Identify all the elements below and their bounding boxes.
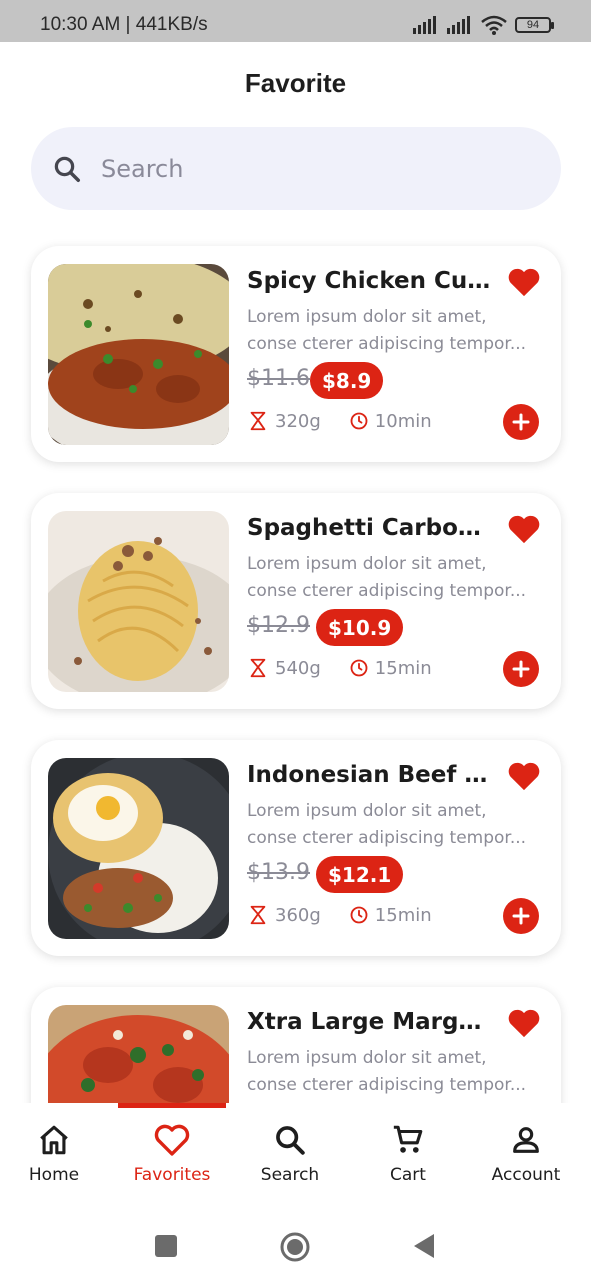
add-to-cart-button[interactable] bbox=[503, 404, 539, 440]
description-line: Lorem ipsum dolor sit amet, bbox=[247, 1048, 487, 1068]
search-icon bbox=[276, 1126, 305, 1155]
nav-favorites[interactable]: Favorites bbox=[113, 1123, 231, 1185]
bottom-navigation: Home Favorites Search Cart Account bbox=[0, 1103, 591, 1203]
food-card[interactable]: Spicy Chicken Cur... Lorem ipsum dolor s… bbox=[31, 246, 561, 462]
nav-cart[interactable]: Cart bbox=[349, 1123, 467, 1185]
food-time: 10min bbox=[374, 410, 432, 432]
favorites-list[interactable]: Spicy Chicken Cur... Lorem ipsum dolor s… bbox=[0, 230, 591, 1104]
add-to-cart-button[interactable] bbox=[503, 651, 539, 687]
clock-icon bbox=[350, 906, 368, 924]
clock-icon bbox=[350, 659, 368, 677]
food-weight: 540g bbox=[275, 657, 321, 679]
weight-icon bbox=[250, 411, 266, 431]
plus-icon bbox=[512, 413, 530, 431]
description-line: Lorem ipsum dolor sit amet, bbox=[247, 801, 487, 821]
heart-icon[interactable] bbox=[507, 760, 541, 792]
food-card[interactable]: Xtra Large Marghe... Lorem ipsum dolor s… bbox=[31, 987, 561, 1104]
description-line: conse cterer adipiscing tempor... bbox=[247, 1075, 527, 1095]
active-tab-indicator bbox=[118, 1103, 226, 1108]
food-weight: 320g bbox=[275, 410, 321, 432]
add-to-cart-button[interactable] bbox=[503, 898, 539, 934]
search-bar[interactable] bbox=[31, 127, 561, 210]
signal-icon bbox=[413, 16, 436, 34]
price-badge: $10.9 bbox=[316, 609, 404, 646]
food-weight: 360g bbox=[275, 904, 321, 926]
status-bar: 10:30 AM | 441KB/s 94 bbox=[0, 0, 591, 42]
wifi-icon bbox=[481, 15, 507, 35]
nav-label: Home bbox=[28, 1165, 80, 1185]
weight-icon bbox=[250, 658, 266, 678]
clock-icon bbox=[350, 412, 368, 430]
plus-icon bbox=[512, 660, 530, 678]
battery-level: 94 bbox=[526, 19, 540, 31]
food-meta: 320g 10min bbox=[247, 410, 432, 432]
food-card[interactable]: Spaghetti Carbon... Lorem ipsum dolor si… bbox=[31, 493, 561, 709]
description-line: conse cterer adipiscing tempor... bbox=[247, 828, 527, 848]
plus-icon bbox=[512, 907, 530, 925]
status-time: 10:30 AM | 441KB/s bbox=[40, 14, 208, 35]
nav-label: Cart bbox=[390, 1165, 426, 1185]
food-title: Indonesian Beef St... bbox=[247, 762, 491, 788]
food-image bbox=[48, 758, 229, 939]
nav-account[interactable]: Account bbox=[467, 1123, 585, 1185]
heart-icon[interactable] bbox=[507, 266, 541, 298]
page-title: Favorite bbox=[244, 68, 347, 98]
food-image bbox=[48, 264, 229, 445]
nav-home[interactable]: Home bbox=[0, 1123, 113, 1185]
food-meta: 360g 15min bbox=[247, 904, 432, 926]
food-title: Spaghetti Carbon... bbox=[247, 515, 491, 541]
recents-button[interactable] bbox=[155, 1235, 177, 1257]
description-line: Lorem ipsum dolor sit amet, bbox=[247, 554, 487, 574]
food-time: 15min bbox=[374, 904, 432, 926]
heart-icon[interactable] bbox=[507, 1007, 541, 1039]
nav-label: Account bbox=[491, 1165, 561, 1185]
description-line: Lorem ipsum dolor sit amet, bbox=[247, 307, 487, 327]
weight-icon bbox=[250, 905, 266, 925]
battery-icon: 94 bbox=[515, 17, 554, 33]
nav-label: Favorites bbox=[133, 1165, 211, 1185]
old-price: $11.6 bbox=[247, 366, 310, 391]
food-image bbox=[48, 1005, 229, 1104]
food-description: Lorem ipsum dolor sit amet, conse cterer… bbox=[247, 1045, 543, 1099]
system-navigation bbox=[0, 1203, 591, 1280]
account-icon bbox=[513, 1127, 539, 1153]
food-meta: 540g 15min bbox=[247, 657, 432, 679]
system-icons: 94 bbox=[413, 15, 554, 35]
home-icon bbox=[40, 1125, 68, 1155]
food-time: 15min bbox=[374, 657, 432, 679]
nav-search[interactable]: Search bbox=[231, 1123, 349, 1185]
food-image bbox=[48, 511, 229, 692]
food-description: Lorem ipsum dolor sit amet, conse cterer… bbox=[247, 798, 543, 852]
food-description: Lorem ipsum dolor sit amet, conse cterer… bbox=[247, 551, 543, 605]
old-price: $13.9 bbox=[247, 860, 310, 885]
food-description: Lorem ipsum dolor sit amet, conse cterer… bbox=[247, 304, 543, 358]
search-input[interactable] bbox=[101, 154, 501, 183]
heart-icon bbox=[154, 1124, 190, 1156]
description-line: conse cterer adipiscing tempor... bbox=[247, 334, 527, 354]
signal-icon-2 bbox=[447, 16, 470, 34]
heart-icon[interactable] bbox=[507, 513, 541, 545]
home-button[interactable] bbox=[279, 1231, 311, 1263]
price-badge: $8.9 bbox=[310, 362, 384, 399]
cart-icon bbox=[393, 1125, 423, 1153]
search-icon bbox=[51, 153, 83, 185]
nav-label: Search bbox=[260, 1165, 320, 1185]
description-line: conse cterer adipiscing tempor... bbox=[247, 581, 527, 601]
food-title: Xtra Large Marghe... bbox=[247, 1009, 491, 1035]
food-title: Spicy Chicken Cur... bbox=[247, 268, 491, 294]
food-card[interactable]: Indonesian Beef St... Lorem ipsum dolor … bbox=[31, 740, 561, 956]
old-price: $12.9 bbox=[247, 613, 310, 638]
back-button[interactable] bbox=[412, 1233, 436, 1259]
price-badge: $12.1 bbox=[316, 856, 404, 893]
